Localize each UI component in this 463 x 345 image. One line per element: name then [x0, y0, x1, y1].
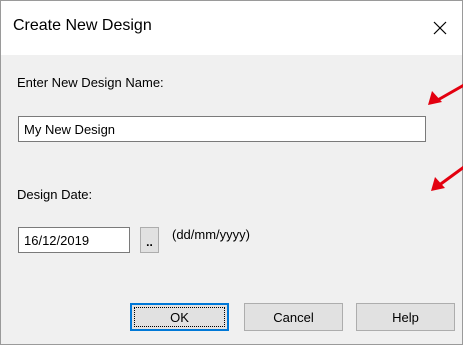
focus-ring — [134, 307, 225, 327]
close-button[interactable] — [418, 1, 462, 55]
arrow-icon — [431, 165, 463, 191]
cancel-button-label: Cancel — [273, 309, 314, 325]
help-button-label: Help — [392, 309, 419, 325]
cancel-button[interactable]: Cancel — [244, 303, 343, 331]
design-date-label: Design Date: — [17, 187, 93, 202]
title-bar: Create New Design — [1, 1, 462, 55]
design-name-label: Enter New Design Name: — [17, 75, 164, 90]
design-date-input[interactable] — [18, 227, 130, 253]
window-title: Create New Design — [13, 17, 152, 34]
date-picker-button[interactable]: .. — [140, 227, 159, 253]
close-icon — [433, 21, 447, 35]
date-picker-label: .. — [146, 235, 153, 249]
help-button[interactable]: Help — [356, 303, 455, 331]
ok-button[interactable]: OK — [130, 303, 229, 331]
create-new-design-dialog: Create New Design Enter New Design Name:… — [0, 0, 463, 345]
arrow-icon — [428, 83, 463, 105]
design-name-input[interactable] — [18, 116, 426, 142]
date-format-hint: (dd/mm/yyyy) — [172, 227, 250, 242]
